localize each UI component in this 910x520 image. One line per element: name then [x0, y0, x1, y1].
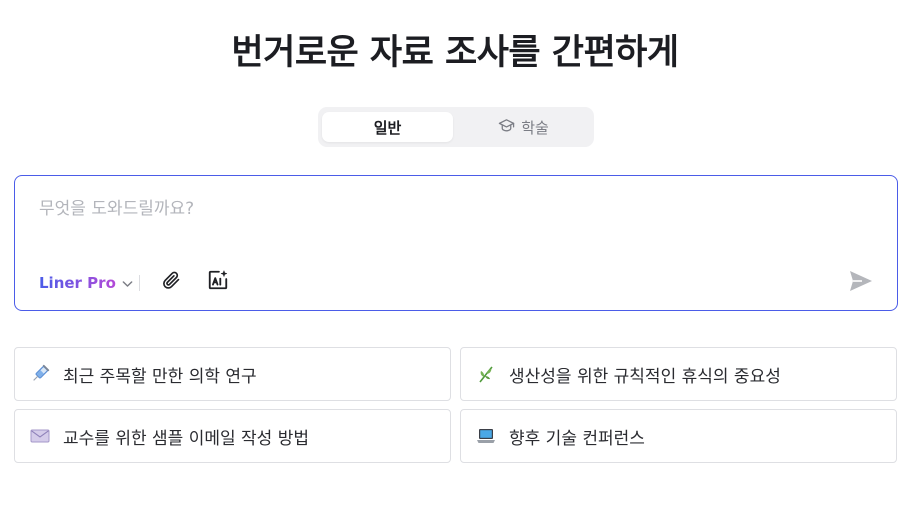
mode-tabs: 일반 학술	[318, 107, 594, 147]
envelope-icon	[29, 425, 51, 447]
model-label: Liner Pro	[39, 274, 116, 292]
herb-icon	[475, 363, 497, 385]
suggestion-card[interactable]: 최근 주목할 만한 의학 연구	[14, 347, 451, 401]
suggestion-text: 교수를 위한 샘플 이메일 작성 방법	[63, 428, 309, 449]
graduation-cap-icon	[498, 118, 515, 137]
toolbar-divider	[139, 275, 140, 291]
model-select[interactable]: Liner Pro	[39, 272, 133, 294]
suggestion-card[interactable]: 교수를 위한 샘플 이메일 작성 방법	[14, 409, 451, 463]
tab-general-label: 일반	[373, 118, 402, 137]
syringe-icon	[29, 363, 51, 385]
laptop-icon	[475, 425, 497, 447]
page-title: 번거로운 자료 조사를 간편하게	[231, 33, 679, 73]
tab-general[interactable]: 일반	[322, 112, 453, 142]
suggestion-text: 향후 기술 컨퍼런스	[509, 428, 645, 449]
suggestion-text: 최근 주목할 만한 의학 연구	[63, 366, 257, 387]
prompt-box: Liner Pro	[14, 175, 898, 311]
suggestion-text: 생산성을 위한 규칙적인 휴식의 중요성	[509, 366, 781, 387]
ai-tools-button[interactable]	[205, 269, 231, 295]
tab-academic[interactable]: 학술	[458, 112, 589, 142]
suggestion-card[interactable]: 생산성을 위한 규칙적인 휴식의 중요성	[460, 347, 897, 401]
ai-tools-icon	[207, 269, 229, 295]
paperclip-icon	[161, 270, 181, 294]
attach-button[interactable]	[158, 269, 184, 295]
chevron-down-icon	[122, 274, 133, 292]
prompt-input[interactable]	[39, 196, 859, 222]
tab-academic-label: 학술	[521, 118, 549, 137]
send-icon	[849, 270, 873, 296]
send-button[interactable]	[847, 269, 875, 297]
suggestion-card[interactable]: 향후 기술 컨퍼런스	[460, 409, 897, 463]
